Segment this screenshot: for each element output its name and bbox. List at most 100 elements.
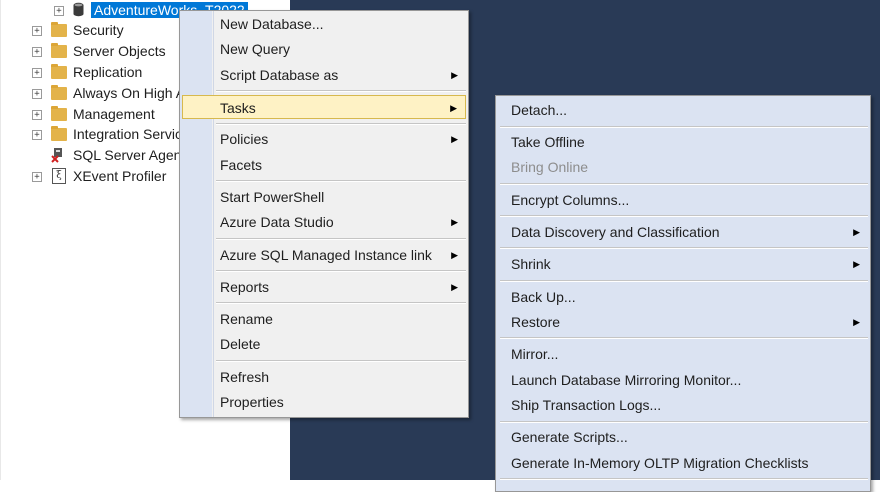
menu-separator	[500, 247, 868, 249]
menu-item-label: Policies	[220, 131, 269, 147]
menu-item-label: Launch Database Mirroring Monitor...	[511, 372, 742, 388]
expand-icon[interactable]: +	[32, 110, 42, 120]
menu-item-rename[interactable]: Rename	[182, 307, 466, 331]
tree-item-label: Replication	[73, 64, 143, 80]
menu-item-tasks[interactable]: Tasks ▶	[182, 95, 466, 119]
menu-item-facets[interactable]: Facets	[182, 153, 466, 177]
menu-item-delete[interactable]: Delete	[182, 332, 466, 356]
menu-item-mirror[interactable]: Mirror...	[498, 342, 868, 366]
menu-item-label: Script Database as	[220, 67, 339, 83]
menu-separator	[500, 183, 868, 185]
sql-agent-icon	[51, 148, 62, 163]
menu-item-azure-sql-mi-link[interactable]: Azure SQL Managed Instance link ▶	[182, 243, 466, 267]
tasks-submenu: Detach... Take Offline Bring Online Encr…	[495, 95, 871, 492]
tree-item-label: XEvent Profiler	[73, 168, 167, 184]
folder-icon	[51, 106, 67, 121]
menu-separator	[500, 215, 868, 217]
menu-separator	[500, 478, 868, 480]
folder-icon	[51, 43, 67, 58]
expand-icon[interactable]: +	[32, 172, 42, 182]
menu-item-script-database-as[interactable]: Script Database as ▶	[182, 63, 466, 87]
expand-icon[interactable]: +	[32, 68, 42, 78]
menu-item-label: Rename	[220, 311, 273, 327]
expand-icon[interactable]: +	[32, 47, 42, 57]
submenu-arrow-icon: ▶	[451, 217, 458, 227]
database-icon	[73, 2, 84, 17]
expand-icon[interactable]: +	[32, 26, 42, 36]
menu-item-policies[interactable]: Policies ▶	[182, 127, 466, 151]
menu-item-label: Facets	[220, 157, 263, 173]
menu-separator	[216, 180, 466, 182]
menu-item-label: Properties	[220, 394, 284, 410]
menu-item-shrink[interactable]: Shrink ▶	[498, 252, 868, 276]
expand-icon[interactable]: +	[32, 89, 42, 99]
submenu-arrow-icon: ▶	[853, 227, 860, 237]
menu-separator	[216, 360, 466, 362]
submenu-arrow-icon: ▶	[451, 250, 458, 260]
menu-separator	[216, 238, 466, 240]
menu-item-back-up[interactable]: Back Up...	[498, 285, 868, 309]
menu-item-label: Back Up...	[511, 289, 576, 305]
xevent-icon: ξ	[52, 168, 66, 184]
menu-separator	[500, 421, 868, 423]
expand-icon[interactable]: +	[32, 130, 42, 140]
expand-icon[interactable]: +	[54, 6, 64, 16]
folder-icon	[51, 22, 67, 37]
menu-separator	[500, 280, 868, 282]
menu-item-label: Refresh	[220, 369, 270, 385]
menu-item-properties[interactable]: Properties	[182, 390, 466, 414]
menu-separator	[500, 337, 868, 339]
menu-item-label: New Query	[220, 41, 291, 57]
tree-border	[0, 0, 1, 480]
database-context-menu: New Database... New Query Script Databas…	[179, 10, 469, 418]
menu-item-launch-mirroring-monitor[interactable]: Launch Database Mirroring Monitor...	[498, 368, 868, 392]
menu-item-label: Detach...	[511, 102, 568, 118]
menu-item-azure-data-studio[interactable]: Azure Data Studio ▶	[182, 210, 466, 234]
menu-separator	[216, 270, 466, 272]
menu-separator	[216, 123, 466, 125]
folder-icon	[51, 64, 67, 79]
submenu-arrow-icon: ▶	[853, 259, 860, 269]
menu-item-label: Start PowerShell	[220, 189, 325, 205]
menu-item-label: Reports	[220, 279, 270, 295]
menu-item-ship-transaction-logs[interactable]: Ship Transaction Logs...	[498, 393, 868, 417]
menu-item-label: Bring Online	[511, 159, 589, 175]
submenu-arrow-icon: ▶	[451, 70, 458, 80]
menu-item-label: New Database...	[220, 16, 324, 32]
menu-separator	[500, 126, 868, 128]
menu-item-label: Azure Data Studio	[220, 214, 334, 230]
menu-item-refresh[interactable]: Refresh	[182, 365, 466, 389]
menu-item-take-offline[interactable]: Take Offline	[498, 130, 868, 154]
menu-item-detach[interactable]: Detach...	[498, 98, 868, 122]
menu-item-encrypt-columns[interactable]: Encrypt Columns...	[498, 188, 868, 212]
menu-item-generate-inmemory-checklists[interactable]: Generate In-Memory OLTP Migration Checkl…	[498, 451, 868, 475]
menu-item-label: Generate In-Memory OLTP Migration Checkl…	[511, 455, 809, 471]
submenu-arrow-icon: ▶	[451, 282, 458, 292]
tree-item-label: Security	[73, 22, 124, 38]
submenu-arrow-icon: ▶	[450, 103, 457, 113]
menu-item-label: Mirror...	[511, 346, 559, 362]
menu-separator	[216, 90, 466, 92]
menu-item-label: Generate Scripts...	[511, 429, 628, 445]
tree-item-label: Server Objects	[73, 43, 166, 59]
menu-item-label: Delete	[220, 336, 261, 352]
menu-item-reports[interactable]: Reports ▶	[182, 275, 466, 299]
menu-item-bring-online: Bring Online	[498, 155, 868, 179]
menu-item-generate-scripts[interactable]: Generate Scripts...	[498, 425, 868, 449]
menu-item-label: Encrypt Columns...	[511, 192, 630, 208]
menu-item-data-discovery[interactable]: Data Discovery and Classification ▶	[498, 220, 868, 244]
menu-item-start-powershell[interactable]: Start PowerShell	[182, 185, 466, 209]
folder-icon	[51, 126, 67, 141]
menu-item-restore[interactable]: Restore ▶	[498, 310, 868, 334]
menu-item-new-database[interactable]: New Database...	[182, 12, 466, 36]
menu-item-label: Data Discovery and Classification	[511, 224, 720, 240]
menu-item-label: Azure SQL Managed Instance link	[220, 247, 432, 263]
menu-item-new-query[interactable]: New Query	[182, 37, 466, 61]
menu-item-label: Ship Transaction Logs...	[511, 397, 662, 413]
menu-item-label: Shrink	[511, 256, 551, 272]
submenu-arrow-icon: ▶	[853, 317, 860, 327]
tree-item-label: Management	[73, 106, 155, 122]
menu-item-label: Take Offline	[511, 134, 585, 150]
folder-icon	[51, 85, 67, 100]
menu-separator	[216, 302, 466, 304]
